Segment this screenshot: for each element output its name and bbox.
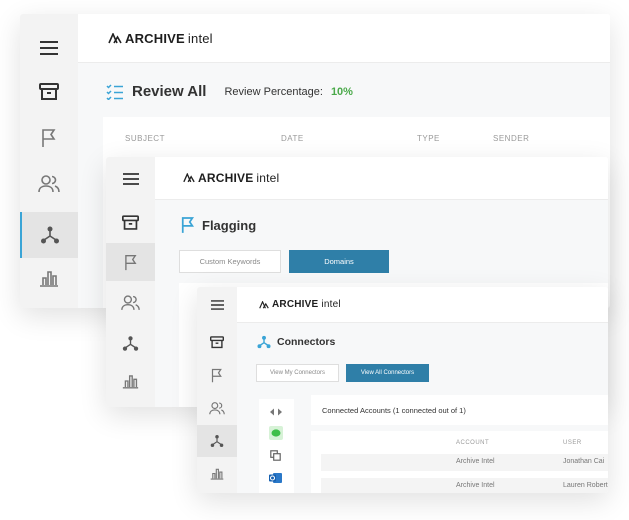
table-row[interactable]: Archive Intel Lauren Robert [321, 478, 608, 493]
table-row[interactable]: Archive Intel Jonathan Cai [321, 454, 608, 471]
flag-icon[interactable] [197, 358, 237, 392]
connected-accounts-text: Connected Accounts (1 connected out of 1… [322, 405, 466, 415]
brand-suffix: intel [187, 30, 213, 46]
bar-chart-icon[interactable] [106, 361, 155, 401]
logo-icon [259, 300, 269, 309]
page-heading: Review All Review Percentage: 10% [106, 83, 353, 100]
top-header: ARCHIVE intel [237, 287, 608, 323]
column-header-type[interactable]: TYPE [417, 134, 440, 143]
brand-logo: ARCHIVE intel [259, 299, 341, 310]
archive-box-icon[interactable] [197, 325, 237, 359]
tab-domains-label: Domains [324, 257, 354, 266]
outlook-icon[interactable] [269, 472, 282, 484]
accounts-table: ACCOUNT USER Archive Intel Jonathan Cai … [311, 431, 608, 493]
page-heading: Flagging [181, 216, 256, 234]
view-all-connectors-label: View All Connectors [360, 370, 415, 376]
connectors-icon [257, 335, 271, 349]
column-header-date[interactable]: DATE [281, 134, 304, 143]
review-percentage-label: Review Percentage: [224, 85, 323, 98]
view-my-connectors-button[interactable]: View My Connectors [256, 364, 339, 382]
users-icon[interactable] [20, 161, 78, 207]
brand-name: ARCHIVE [272, 299, 319, 310]
page-heading: Connectors [257, 335, 335, 349]
brand-suffix: intel [321, 299, 341, 310]
flag-icon [181, 217, 195, 233]
users-icon[interactable] [197, 391, 237, 425]
brand-logo: ARCHIVE intel [183, 171, 279, 185]
logo-icon [108, 32, 122, 43]
users-icon[interactable] [106, 283, 155, 323]
collapse-arrows-icon[interactable] [270, 408, 282, 416]
connectors-window: ARCHIVE intel Connectors View My Connect… [197, 287, 608, 493]
flag-icon[interactable] [106, 243, 155, 281]
copy-icon[interactable] [270, 450, 281, 461]
archive-box-icon[interactable] [20, 69, 78, 115]
chat-app-icon[interactable] [269, 426, 283, 440]
sidebar [106, 157, 155, 407]
flag-icon[interactable] [20, 115, 78, 161]
bar-chart-icon[interactable] [197, 457, 237, 489]
row-user: Jonathan Cai [563, 458, 605, 465]
archive-box-icon[interactable] [106, 203, 155, 243]
brand-logo: ARCHIVE intel [108, 31, 213, 46]
logo-icon [183, 173, 195, 183]
row-account: Archive Intel [456, 458, 495, 465]
menu-icon[interactable] [197, 287, 237, 323]
column-header-account[interactable]: ACCOUNT [456, 440, 489, 446]
bar-chart-icon[interactable] [20, 255, 78, 301]
column-header-user[interactable]: USER [563, 440, 582, 446]
brand-name: ARCHIVE [125, 30, 185, 46]
page-title: Review All [132, 83, 207, 100]
main-content: Connectors View My Connectors View All C… [237, 323, 608, 493]
column-header-sender[interactable]: SENDER [493, 134, 529, 143]
tab-domains[interactable]: Domains [289, 250, 389, 273]
page-title: Connectors [277, 336, 336, 348]
top-header: ARCHIVE intel [78, 14, 610, 63]
menu-icon[interactable] [20, 24, 78, 72]
view-my-connectors-label: View My Connectors [270, 370, 325, 376]
brand-suffix: intel [256, 171, 280, 185]
row-account: Archive Intel [456, 482, 495, 489]
tab-custom-keywords[interactable]: Custom Keywords [179, 250, 281, 273]
checklist-icon [106, 83, 123, 100]
page-title: Flagging [202, 217, 257, 233]
connector-type-list [259, 399, 294, 493]
connectors-icon[interactable] [197, 425, 237, 457]
connected-accounts-bar: Connected Accounts (1 connected out of 1… [311, 395, 608, 425]
tab-custom-keywords-label: Custom Keywords [199, 257, 261, 266]
brand-name: ARCHIVE [198, 171, 254, 185]
column-header-subject[interactable]: SUBJECT [125, 134, 165, 143]
connectors-icon[interactable] [20, 212, 78, 258]
menu-icon[interactable] [106, 159, 155, 199]
connectors-icon[interactable] [106, 323, 155, 363]
sidebar [20, 14, 78, 308]
review-percentage-value: 10% [330, 85, 353, 98]
row-user: Lauren Robert [563, 482, 608, 489]
top-header: ARCHIVE intel [155, 157, 608, 200]
view-all-connectors-button[interactable]: View All Connectors [346, 364, 429, 382]
sidebar [197, 287, 237, 493]
